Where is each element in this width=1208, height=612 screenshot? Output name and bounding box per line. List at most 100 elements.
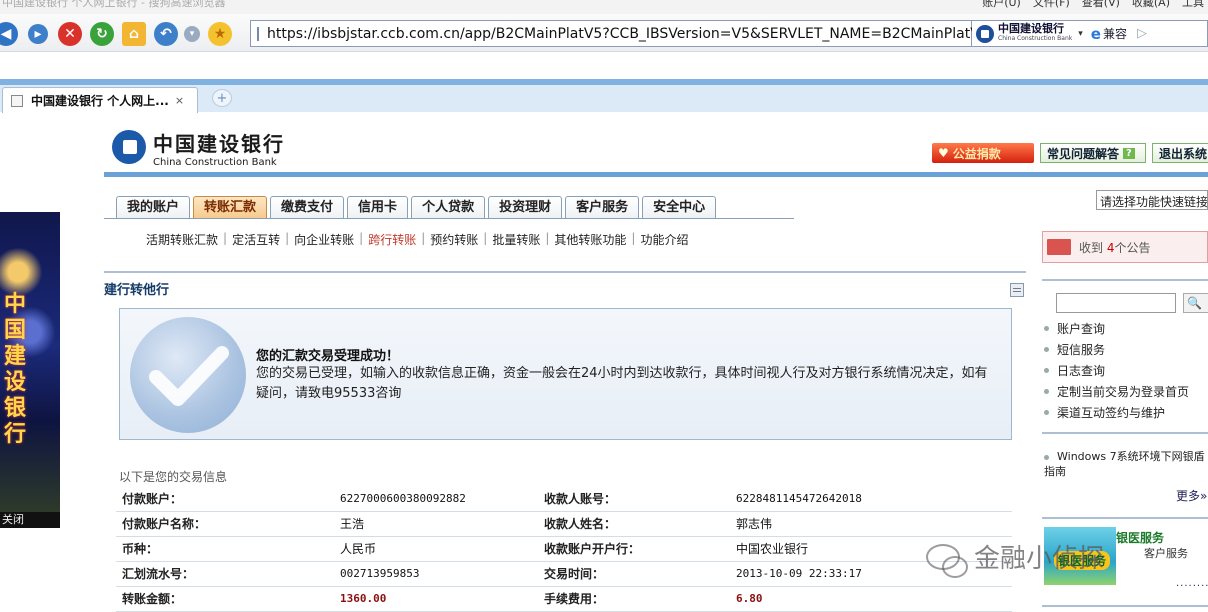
- home-icon[interactable]: ⌂: [122, 22, 146, 46]
- payer-account-label: 付款账户：: [116, 486, 334, 512]
- sidebar-link-account-query[interactable]: 账户查询: [1044, 318, 1189, 339]
- address-url[interactable]: https://ibsbjstar.ccb.com.cn/app/B2CMain…: [267, 26, 989, 42]
- success-message: 您的交易已受理，如输入的收款信息正确，资金一般会在24小时内到达收款行，具体时间…: [256, 366, 988, 401]
- amount-label: 转账金额：: [116, 586, 334, 612]
- subnav-divider: [104, 271, 1026, 273]
- payer-name-label: 付款账户名称：: [116, 511, 334, 537]
- subnav-current-transfer[interactable]: 活期转账汇款: [146, 231, 223, 248]
- sidebar-search-button[interactable]: 🔍: [1183, 293, 1208, 313]
- payee-name-label: 收款人姓名：: [538, 511, 730, 537]
- subnav-batch[interactable]: 批量转账: [487, 231, 545, 248]
- dropdown-icon[interactable]: ▾: [184, 26, 200, 42]
- exit-button[interactable]: 退出系统: [1152, 143, 1208, 163]
- favorite-star-icon[interactable]: ★: [208, 22, 232, 46]
- browser-tab[interactable]: 中国建设银行 个人网上... ×: [2, 87, 198, 113]
- tab-close-icon[interactable]: ×: [175, 94, 184, 107]
- print-icon[interactable]: [1010, 283, 1024, 297]
- compat-mode-button[interactable]: e 兼容: [1091, 25, 1127, 43]
- banner-close-button[interactable]: 关闭: [0, 512, 60, 528]
- ie-icon: e: [1090, 24, 1101, 43]
- compat-label: 兼容: [1102, 27, 1127, 41]
- subnav-to-enterprise[interactable]: 向企业转账: [289, 231, 359, 248]
- watermark: 金融小侦探: [926, 538, 1104, 578]
- payee-name-value: 郭志伟: [730, 511, 1012, 537]
- sidebar-link-sms[interactable]: 短信服务: [1044, 339, 1189, 360]
- window-title: 中国建设银行 个人网上银行 - 搜狗高速浏览器: [2, 0, 226, 9]
- nav-tab-my-account[interactable]: 我的账户: [116, 196, 191, 219]
- bank-name-en: China Construction Bank: [153, 157, 277, 168]
- sub-nav: 活期转账汇款 | 定活互转 | 向企业转账 | 跨行转账 | 预约转账 | 批量转账 | 其…: [146, 231, 693, 248]
- nav-tab-payment[interactable]: 缴费支付: [270, 196, 345, 219]
- charity-button[interactable]: ♥ 公益捐款: [932, 143, 1034, 163]
- sidebar-link-log[interactable]: 日志查询: [1044, 360, 1189, 381]
- menu-account[interactable]: 账户(U): [982, 0, 1021, 8]
- address-bar-site: 中国建设银行 China Construction Bank ▾ e 兼容 ▷: [972, 20, 1208, 47]
- success-panel: 您的汇款交易受理成功！ 您的交易已受理，如输入的收款信息正确，资金一般会在24小…: [119, 308, 1012, 440]
- site-identity: 中国建设银行 China Construction Bank: [998, 23, 1073, 44]
- nav-tab-credit-card[interactable]: 信用卡: [347, 196, 409, 219]
- bullet-icon: [1044, 410, 1049, 415]
- nav-tab-security[interactable]: 安全中心: [642, 196, 717, 219]
- subnav-interbank[interactable]: 跨行转账: [363, 231, 421, 248]
- site-name-en: China Construction Bank: [998, 34, 1073, 42]
- menu-bar: 账户(U) 文件(F) 查看(V) 收藏(A) 工具: [982, 0, 1208, 8]
- undo-icon[interactable]: ↶: [154, 22, 178, 46]
- sidebar-search-input[interactable]: [1056, 293, 1176, 313]
- nav-tab-personal-loan[interactable]: 个人贷款: [411, 196, 486, 219]
- tab-strip: 中国建设银行 个人网上... × +: [0, 79, 1208, 113]
- notice-box[interactable]: 收到 4个公告: [1042, 231, 1208, 263]
- transaction-caption: 以下是您的交易信息: [119, 470, 228, 484]
- nav-tab-customer-service[interactable]: 客户服务: [565, 196, 640, 219]
- faq-button[interactable]: 常见问题解答 ?: [1040, 143, 1146, 163]
- quick-link-select[interactable]: 请选择功能快速链接: [1096, 190, 1208, 210]
- menu-favorites[interactable]: 收藏(A): [1132, 0, 1170, 8]
- sidebar-news-item[interactable]: Windows 7系统环境下网银盾指南: [1044, 449, 1208, 479]
- serial-number-label: 汇划流水号：: [116, 561, 334, 587]
- subnav-fixed-current[interactable]: 定活互转: [227, 231, 285, 248]
- browser-toolbar: ◀ ▸ ✕ ↻ ⌂ ↶ ▾ ★ https://ibsbjstar.ccb.co…: [0, 14, 1208, 52]
- table-row: 转账金额： 1360.00 手续费用： 6.80: [116, 586, 1012, 612]
- faq-label: 常见问题解答: [1047, 146, 1120, 161]
- wechat-logo-icon: [926, 543, 968, 578]
- menu-view[interactable]: 查看(V): [1082, 0, 1120, 8]
- nav-tab-transfer[interactable]: 转账汇款: [193, 196, 268, 219]
- transaction-table: 付款账户： 6227000600380092882 收款人账号： 6228481…: [116, 486, 1012, 612]
- header-divider: [104, 172, 1208, 177]
- menu-file[interactable]: 文件(F): [1033, 0, 1070, 8]
- more-link[interactable]: 更多»: [1176, 487, 1207, 504]
- more-dots: ........: [1176, 578, 1208, 589]
- new-tab-button[interactable]: +: [212, 89, 232, 107]
- address-bar[interactable]: https://ibsbjstar.ccb.com.cn/app/B2CMain…: [250, 20, 989, 47]
- refresh-icon[interactable]: ↻: [90, 22, 114, 46]
- bank-medical-subtitle: 客户服务: [1144, 547, 1188, 560]
- help-icon: ?: [1123, 147, 1135, 159]
- currency-label: 币种：: [116, 536, 334, 562]
- nav-tab-investment[interactable]: 投资理财: [488, 196, 563, 219]
- back-icon[interactable]: ◀: [0, 22, 18, 46]
- subnav-scheduled[interactable]: 预约转账: [425, 231, 483, 248]
- amount-value: 1360.00: [334, 586, 538, 612]
- go-icon[interactable]: ▷: [1137, 26, 1147, 41]
- transaction-time-label: 交易时间：: [538, 561, 730, 587]
- site-dropdown-icon[interactable]: ▾: [1078, 29, 1083, 39]
- sidebar-link-channel[interactable]: 渠道互动签约与维护: [1044, 402, 1189, 423]
- table-row: 汇划流水号： 002713959853 交易时间： 2013-10-09 22:…: [116, 561, 1012, 587]
- forward-icon[interactable]: ▸: [28, 24, 48, 44]
- menu-tools[interactable]: 工具: [1182, 0, 1204, 8]
- subnav-intro[interactable]: 功能介绍: [635, 231, 693, 248]
- stop-icon[interactable]: ✕: [58, 22, 82, 46]
- mail-icon: [1047, 239, 1071, 255]
- subnav-other[interactable]: 其他转账功能: [549, 231, 631, 248]
- left-promo-banner[interactable]: 中国建设银行: [0, 212, 60, 512]
- banner-text: 中国建设银行: [3, 292, 26, 447]
- payee-bank-label: 收款账户开户行：: [538, 536, 730, 562]
- sidebar-link-set-home[interactable]: 定制当前交易为登录首页: [1044, 381, 1189, 402]
- bullet-icon: [1044, 389, 1049, 394]
- sidebar-links: 账户查询 短信服务 日志查询 定制当前交易为登录首页 渠道互动签约与维护: [1044, 318, 1189, 423]
- bank-medical-title[interactable]: 银医服务: [1116, 529, 1164, 546]
- serial-number-value: 002713959853: [334, 561, 538, 587]
- fee-label: 手续费用：: [538, 586, 730, 612]
- success-title: 您的汇款交易受理成功！: [256, 349, 400, 364]
- table-row: 付款账户名称： 王浩 收款人姓名： 郭志伟: [116, 511, 1012, 537]
- nav-divider: [104, 218, 794, 219]
